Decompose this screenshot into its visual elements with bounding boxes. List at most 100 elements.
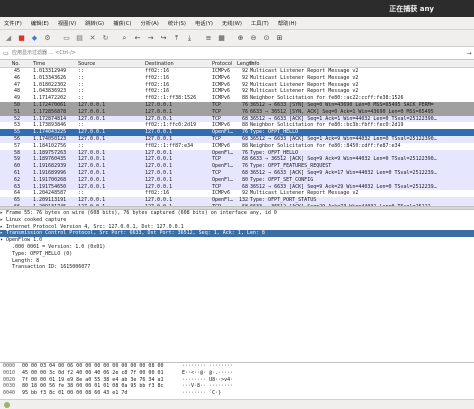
- detail-tree-item[interactable]: .000 0001 = Version: 1.0 (0x01): [0, 244, 474, 251]
- packet-row[interactable]: 52 1.172874814 127.0.0.1 127.0.0.1 TCP 68 3651…: [0, 115, 474, 123]
- hex-bytes[interactable]: 45 00 00 3c 0d f2 40 00 40 06 2e c8 7f 0…: [22, 370, 163, 377]
- shark-fin-start-icon[interactable]: ◢: [3, 33, 14, 44]
- apply-filter-arrow-icon[interactable]: →: [464, 50, 474, 57]
- packet-info-cell: 36512 → 6633 [ACK] Seq=1 Ack=9 Win=44032…: [250, 135, 437, 142]
- packet-source-cell: ::: [78, 81, 85, 88]
- detail-tree-item[interactable]: Transaction ID: 1615006077: [0, 264, 474, 271]
- hex-ascii[interactable]: ········ `C·}: [182, 390, 221, 397]
- close-file-icon[interactable]: ✕: [87, 33, 98, 44]
- packet-row[interactable]: 53 1.173893846:: ff02::1:ffc0:2d19 ICMPv6 88…: [0, 122, 474, 130]
- packet-row[interactable]: 58 1.189757263 127.0.0.1 127.0.0.1 OpenFl… 76…: [0, 149, 474, 157]
- stop-capture-icon[interactable]: ■: [16, 33, 27, 44]
- hex-ascii[interactable]: E··<··@· @·.·····: [182, 370, 233, 377]
- packet-row[interactable]: 56 1.174050123 127.0.0.1 127.0.0.1 TCP 68 3651…: [0, 135, 474, 143]
- zoom-out-icon[interactable]: ⊖: [248, 33, 259, 44]
- packet-row[interactable]: 48 1.043836923:: ff02::16 ICMPv6 92 Multicast…: [0, 88, 474, 96]
- packet-destination-cell: 127.0.0.1: [145, 176, 173, 183]
- capture-status-icon[interactable]: [4, 402, 10, 408]
- column-header-destination[interactable]: Destination: [145, 60, 211, 68]
- packet-row[interactable]: 51 1.172856878 127.0.0.1 127.0.0.1 TCP 76 6633…: [0, 108, 474, 116]
- packet-no-cell: 48: [13, 88, 20, 95]
- menu-item-9[interactable]: 工具(T): [251, 19, 269, 27]
- packet-row[interactable]: 63 1.191754650 127.0.0.1 127.0.0.1 TCP 68 3651…: [0, 183, 474, 191]
- packet-row[interactable]: 64 1.204248587:: ff02::16 ICMPv6 92 Multicast…: [0, 190, 474, 198]
- packet-row[interactable]: 49 1.171472202:: ff02::1:ff38:1526 ICMPv6 88…: [0, 95, 474, 102]
- packet-row[interactable]: 61 1.191689996 127.0.0.1 127.0.0.1 TCP 68 3651…: [0, 169, 474, 177]
- packet-length-cell: 92: [241, 74, 248, 81]
- menu-item-6[interactable]: 统计(S): [168, 19, 186, 27]
- column-header-protocol[interactable]: Protocol: [212, 60, 237, 68]
- restart-capture-icon[interactable]: ◆: [29, 33, 40, 44]
- packet-length-cell: 76: [241, 163, 248, 170]
- packet-row[interactable]: 57 1.184102756:: ff02::1:ff87:e34 ICMPv6 88 N…: [0, 142, 474, 150]
- menu-item-8[interactable]: 无线(W): [222, 19, 242, 27]
- packet-time-cell: 1.184102756: [33, 142, 67, 149]
- hex-bytes[interactable]: 7f 00 00 01 19 e9 8e a0 55 38 e4 ab 3e 7…: [22, 377, 163, 384]
- packet-protocol-cell: OpenFl…: [212, 197, 234, 204]
- last-packet-icon[interactable]: ⤓: [184, 33, 195, 44]
- packet-row[interactable]: 55 1.174043225 127.0.0.1 127.0.0.1 OpenFl… 76…: [0, 129, 474, 136]
- column-header-time[interactable]: Time: [33, 60, 77, 68]
- colorize-icon[interactable]: ▦: [216, 33, 227, 44]
- capture-options-icon[interactable]: ⚙: [42, 33, 53, 44]
- hex-bytes[interactable]: 80 18 00 56 fe 38 00 00 01 01 08 0a 95 b…: [22, 383, 163, 390]
- hex-bytes[interactable]: 00 00 03 04 00 06 00 00 00 00 00 00 00 0…: [22, 363, 163, 370]
- bookmark-filter-icon[interactable]: ▭: [0, 50, 12, 57]
- detail-tree-item[interactable]: ▸ Internet Protocol Version 4, Src: 127.…: [0, 224, 474, 231]
- packet-info-cell: Multicast Listener Report Message v2: [250, 81, 359, 88]
- menu-item-2[interactable]: 视图(V): [58, 19, 76, 27]
- zoom-reset-icon[interactable]: ⊙: [261, 33, 272, 44]
- menu-item-5[interactable]: 分析(A): [141, 19, 159, 27]
- packet-time-cell: 1.013312949: [33, 68, 67, 74]
- save-file-icon[interactable]: ▤: [74, 33, 85, 44]
- menu-item-10[interactable]: 帮助(H): [278, 19, 297, 27]
- packet-row[interactable]: 50 1.172470061 127.0.0.1 127.0.0.1 TCP 76 3651…: [0, 101, 474, 109]
- detail-tree-item[interactable]: ▸ Transmission Control Protocol, Src Por…: [0, 230, 474, 238]
- hex-ascii[interactable]: ···V·8·· ········: [182, 383, 233, 390]
- menu-item-3[interactable]: 跳转(G): [85, 19, 104, 27]
- menu-item-0[interactable]: 文件(F): [4, 19, 22, 27]
- packet-row[interactable]: 62 1.191700268 127.0.0.1 127.0.0.1 OpenFl… 80…: [0, 176, 474, 184]
- hex-bytes[interactable]: 95 bb f3 8c 01 00 00 08 60 43 e1 7d: [22, 390, 127, 397]
- packet-time-cell: 1.018022302: [33, 81, 67, 88]
- first-packet-icon[interactable]: ⤒: [171, 33, 182, 44]
- column-header-source[interactable]: Source: [78, 60, 144, 68]
- find-packet-icon[interactable]: ⌕: [119, 33, 130, 44]
- packet-row[interactable]: 47 1.018022302:: ff02::16 ICMPv6 92 Multicast…: [0, 81, 474, 89]
- packet-row[interactable]: 59 1.189760435 127.0.0.1 127.0.0.1 TCP 68 6633…: [0, 156, 474, 164]
- packet-source-cell: 127.0.0.1: [78, 163, 106, 170]
- packet-protocol-cell: ICMPv6: [212, 81, 231, 88]
- detail-tree-item[interactable]: Length: 8: [0, 258, 474, 265]
- packet-time-cell: 1.174043225: [33, 129, 67, 136]
- packet-row[interactable]: 60 1.191682939 127.0.0.1 127.0.0.1 OpenFl… 76…: [0, 163, 474, 170]
- display-filter-input[interactable]: [12, 48, 464, 58]
- detail-tree-item[interactable]: ▾ OpenFlow 1.0: [0, 237, 474, 244]
- detail-tree-item[interactable]: Type: OFPT_HELLO (0): [0, 251, 474, 258]
- hex-offset: 0010: [3, 369, 16, 376]
- packet-no-cell: 50: [13, 101, 20, 108]
- detail-tree-item[interactable]: ▸ Frame 55: 76 bytes on wire (608 bits),…: [0, 210, 474, 217]
- autoscroll-icon[interactable]: ≡: [203, 33, 214, 44]
- detail-tree-item[interactable]: ▸ Linux cooked capture: [0, 217, 474, 224]
- hex-ascii[interactable]: ········ U8··>v4·: [182, 377, 233, 384]
- packet-row[interactable]: 45 1.013312949:: ff02::16 ICMPv6 92 Multicast…: [0, 68, 474, 75]
- column-header-no[interactable]: No.: [2, 60, 20, 68]
- hex-offset: 0040: [3, 390, 16, 397]
- hex-ascii[interactable]: ········ ········: [182, 363, 233, 370]
- go-to-packet-icon[interactable]: ↪: [158, 33, 169, 44]
- packet-row[interactable]: 46 1.013343626:: ff02::16 ICMPv6 92 Multicast…: [0, 74, 474, 82]
- packet-time-cell: 1.172874814: [33, 115, 67, 122]
- reload-icon[interactable]: ↻: [100, 33, 111, 44]
- go-back-icon[interactable]: ←: [132, 33, 143, 44]
- open-file-icon[interactable]: ▭: [61, 33, 72, 44]
- packet-source-cell: 127.0.0.1: [78, 169, 106, 176]
- packet-time-cell: 1.189760435: [33, 156, 67, 163]
- packet-row[interactable]: 65 1.209113191 127.0.0.1 127.0.0.1 OpenFl… 13…: [0, 197, 474, 204]
- menu-item-4[interactable]: 捕获(C): [113, 19, 131, 27]
- go-forward-icon[interactable]: →: [145, 33, 156, 44]
- menu-item-1[interactable]: 编辑(E): [31, 19, 49, 27]
- menu-item-7[interactable]: 电话(Y): [195, 19, 213, 27]
- resize-columns-icon[interactable]: ⊞: [274, 33, 285, 44]
- zoom-in-icon[interactable]: ⊕: [235, 33, 246, 44]
- column-header-info[interactable]: Info: [250, 60, 474, 68]
